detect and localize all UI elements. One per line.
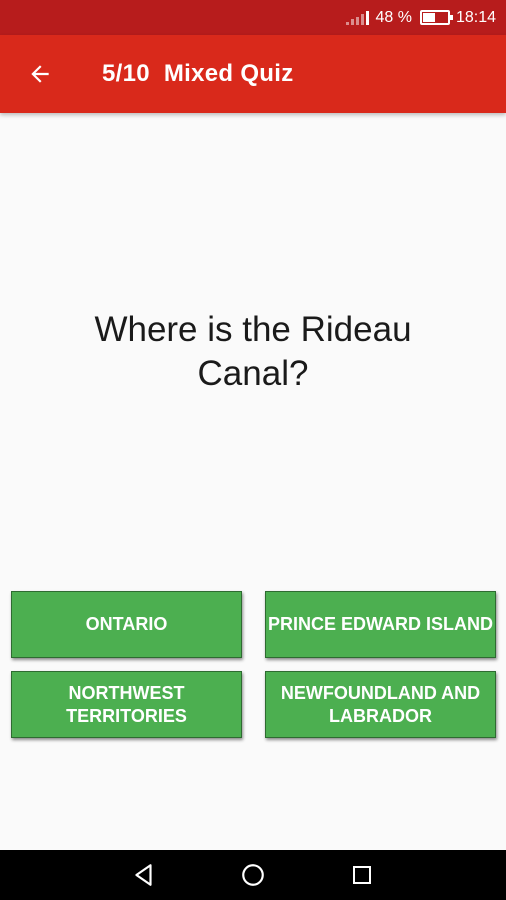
triangle-back-icon [135,864,152,886]
nav-recents-button[interactable] [342,855,382,895]
answer-button-3[interactable]: NORTHWEST TERRITORIES [11,671,242,738]
question-text: Where is the Rideau Canal? [94,310,412,393]
battery-percent: 48 % [375,8,412,26]
system-nav-bar [0,850,506,900]
battery-icon [419,10,453,25]
answer-button-1[interactable]: ONTARIO [11,591,242,658]
nav-back-button[interactable] [124,855,164,895]
square-recents-icon [352,866,371,884]
answer-grid: ONTARIO PRINCE EDWARD ISLAND NORTHWEST T… [11,591,496,739]
status-bar: 48 % 18:14 [0,0,506,35]
answer-button-4[interactable]: NEWFOUNDLAND AND LABRADOR [265,671,496,738]
circle-home-icon [242,864,264,886]
arrow-left-icon [31,65,49,83]
signal-icon [346,10,370,25]
back-button[interactable] [0,35,80,113]
app-bar: 5/10 Mixed Quiz [0,35,506,113]
nav-home-button[interactable] [233,855,273,895]
question-area: Where is the Rideau Canal? [0,113,506,591]
page-title: 5/10 Mixed Quiz [102,60,294,87]
clock: 18:14 [455,8,496,26]
answer-button-2[interactable]: PRINCE EDWARD ISLAND [265,591,496,658]
